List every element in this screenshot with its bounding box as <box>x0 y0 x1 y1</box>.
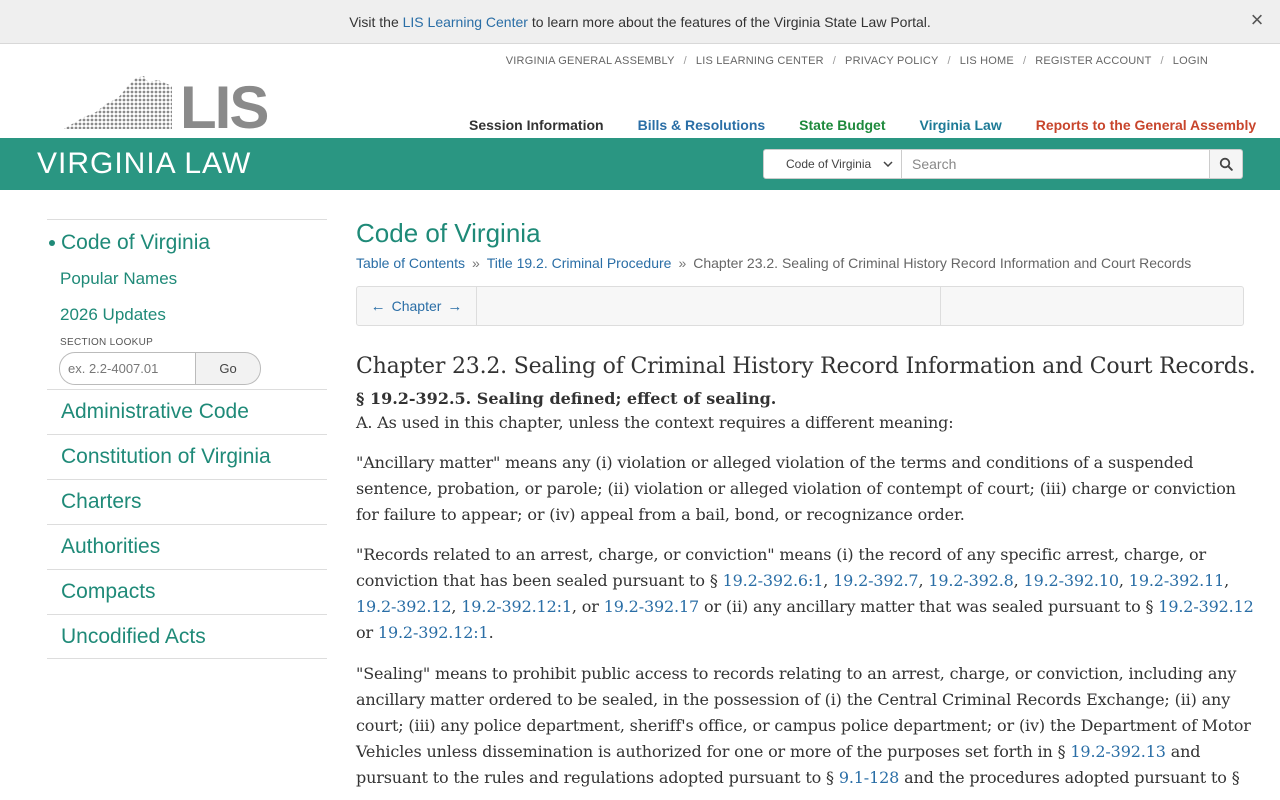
link-virginia-general-assembly[interactable]: VIRGINIA GENERAL ASSEMBLY <box>506 55 675 67</box>
chapter-nav-spacer <box>941 287 1243 325</box>
breadcrumb-title-19-2[interactable]: Title 19.2. Criminal Procedure <box>487 255 672 271</box>
nav-session-information[interactable]: Session Information <box>469 117 604 133</box>
section-lookup-input[interactable]: ex. 2.2-4007.01 <box>59 352 196 385</box>
sidebar-subitem-popular-names[interactable]: Popular Names <box>60 269 327 292</box>
search-input[interactable]: Search <box>902 149 1210 179</box>
sidebar-item-code-of-virginia[interactable]: Code of Virginia <box>49 230 327 256</box>
section-lookup-go-button[interactable]: Go <box>196 352 261 385</box>
text-run: , <box>1224 571 1230 590</box>
sidebar-item-authorities[interactable]: Authorities <box>47 524 327 569</box>
lis-logo[interactable]: LIS <box>62 74 269 141</box>
nav-reports-general-assembly[interactable]: Reports to the General Assembly <box>1036 117 1256 133</box>
statute-link[interactable]: 19.2-392.13 <box>1070 742 1166 761</box>
link-login[interactable]: LOGIN <box>1173 55 1208 67</box>
sidebar-current-group: Code of Virginia Popular Names 2026 Upda… <box>47 219 327 385</box>
search-button[interactable] <box>1210 149 1243 179</box>
chapter-navigation: ← Chapter → <box>356 286 1244 326</box>
chapter-title: Chapter 23.2. Sealing of Criminal Histor… <box>356 354 1256 379</box>
banner-learning-center-link[interactable]: LIS Learning Center <box>403 14 528 30</box>
breadcrumb-current: Chapter 23.2. Sealing of Criminal Histor… <box>693 255 1192 271</box>
nav-bills-resolutions[interactable]: Bills & Resolutions <box>638 117 766 133</box>
link-register-account[interactable]: REGISTER ACCOUNT <box>1035 55 1151 67</box>
text-run: . <box>488 623 494 642</box>
sidebar: Code of Virginia Popular Names 2026 Upda… <box>47 219 327 659</box>
utility-separator: / <box>683 55 687 67</box>
statute-link[interactable]: 19.2-392.12:1 <box>461 597 572 616</box>
statute-link[interactable]: 19.2-392.7 <box>833 571 918 590</box>
section-lookup: ex. 2.2-4007.01 Go <box>59 352 261 385</box>
statute-link[interactable]: 19.2-392.8 <box>928 571 1013 590</box>
text-run: , or <box>571 597 604 616</box>
sidebar-item-compacts[interactable]: Compacts <box>47 569 327 614</box>
utility-separator: / <box>947 55 951 67</box>
paragraph-intro: A. As used in this chapter, unless the c… <box>356 413 954 432</box>
sidebar-item-constitution-of-virginia[interactable]: Constitution of Virginia <box>47 434 327 479</box>
text-run: or (ii) any ancillary matter that was se… <box>699 597 1159 616</box>
statute-link[interactable]: 19.2-392.12 <box>1158 597 1254 616</box>
breadcrumb: Table of Contents » Title 19.2. Criminal… <box>356 255 1256 271</box>
utility-separator: / <box>1022 55 1027 67</box>
paragraph-ancillary-matter: "Ancillary matter" means any (i) violati… <box>356 453 1236 524</box>
sidebar-item-charters[interactable]: Charters <box>47 479 327 524</box>
statute-link[interactable]: 9.1-128 <box>839 768 899 787</box>
statute-link[interactable]: 19.2-392.12:1 <box>378 623 489 642</box>
banner-text-prefix: Visit the <box>349 13 399 30</box>
nav-virginia-law[interactable]: Virginia Law <box>920 117 1002 133</box>
search-icon <box>1219 157 1233 171</box>
text-run: , <box>1118 571 1129 590</box>
section-heading: § 19.2-392.5. Sealing defined; effect of… <box>356 389 777 408</box>
search-bar: Code of Virginia Search <box>763 149 1243 179</box>
text-run: or <box>356 623 378 642</box>
text-run: , <box>451 597 462 616</box>
text-run: and the procedures adopted pursuant to § <box>899 768 1240 787</box>
arrow-right-icon[interactable]: → <box>447 298 462 315</box>
utility-separator: / <box>832 55 837 67</box>
main-nav: Session Information Bills & Resolutions … <box>469 117 1256 133</box>
arrow-left-icon[interactable]: ← <box>371 298 386 315</box>
search-scope-value: Code of Virginia <box>786 157 872 171</box>
chapter-nav-control: ← Chapter → <box>357 287 477 325</box>
text-run: , <box>823 571 834 590</box>
close-icon[interactable]: × <box>1244 7 1270 33</box>
paragraph-records-related: "Records related to an arrest, charge, o… <box>356 542 1256 646</box>
link-privacy-policy[interactable]: PRIVACY POLICY <box>845 55 938 67</box>
sidebar-item-uncodified-acts[interactable]: Uncodified Acts <box>47 614 327 659</box>
sidebar-subitem-2026-updates[interactable]: 2026 Updates <box>60 305 327 328</box>
breadcrumb-separator: » <box>678 255 687 271</box>
banner-text-suffix: to learn more about the features of the … <box>531 13 931 30</box>
link-lis-home[interactable]: LIS HOME <box>960 55 1014 67</box>
sidebar-item-label: Code of Virginia <box>61 231 211 254</box>
page-title: Code of Virginia <box>356 218 541 248</box>
chevron-down-icon <box>883 161 893 167</box>
section-lookup-label: SECTION LOOKUP <box>60 337 154 348</box>
utility-separator: / <box>1160 55 1164 67</box>
main-content: Code of Virginia Table of Contents » Tit… <box>356 218 1256 791</box>
nav-state-budget[interactable]: State Budget <box>799 117 885 133</box>
chapter-nav-spacer <box>477 287 941 325</box>
statute-link[interactable]: 19.2-392.12 <box>356 597 452 616</box>
app-title-band: VIRGINIA LAW Code of Virginia Search <box>0 138 1280 190</box>
statute-link[interactable]: 19.2-392.11 <box>1129 571 1225 590</box>
statute-link[interactable]: 19.2-392.6:1 <box>723 571 824 590</box>
utility-links: VIRGINIA GENERAL ASSEMBLY / LIS LEARNING… <box>506 55 1208 67</box>
breadcrumb-separator: » <box>471 255 480 271</box>
announcement-banner: Visit the LIS Learning Center to learn m… <box>0 0 1280 44</box>
statute-link[interactable]: 19.2-392.17 <box>604 597 700 616</box>
app-title: VIRGINIA LAW <box>37 147 252 180</box>
breadcrumb-table-of-contents[interactable]: Table of Contents <box>356 255 465 271</box>
link-lis-learning-center[interactable]: LIS LEARNING CENTER <box>696 55 824 67</box>
chapter-nav-label: Chapter <box>391 298 442 314</box>
sidebar-item-administrative-code[interactable]: Administrative Code <box>47 389 327 434</box>
logo-wordmark: LIS <box>180 74 267 134</box>
statute-link[interactable]: 19.2-392.10 <box>1024 571 1120 590</box>
current-bullet-icon <box>49 240 55 246</box>
site-header: LIS VIRGINIA GENERAL ASSEMBLY / LIS LEAR… <box>0 44 1280 141</box>
text-run: , <box>1013 571 1024 590</box>
text-run: , <box>918 571 929 590</box>
paragraph-sealing: "Sealing" means to prohibit public acces… <box>356 661 1256 791</box>
search-scope-select[interactable]: Code of Virginia <box>763 149 902 179</box>
